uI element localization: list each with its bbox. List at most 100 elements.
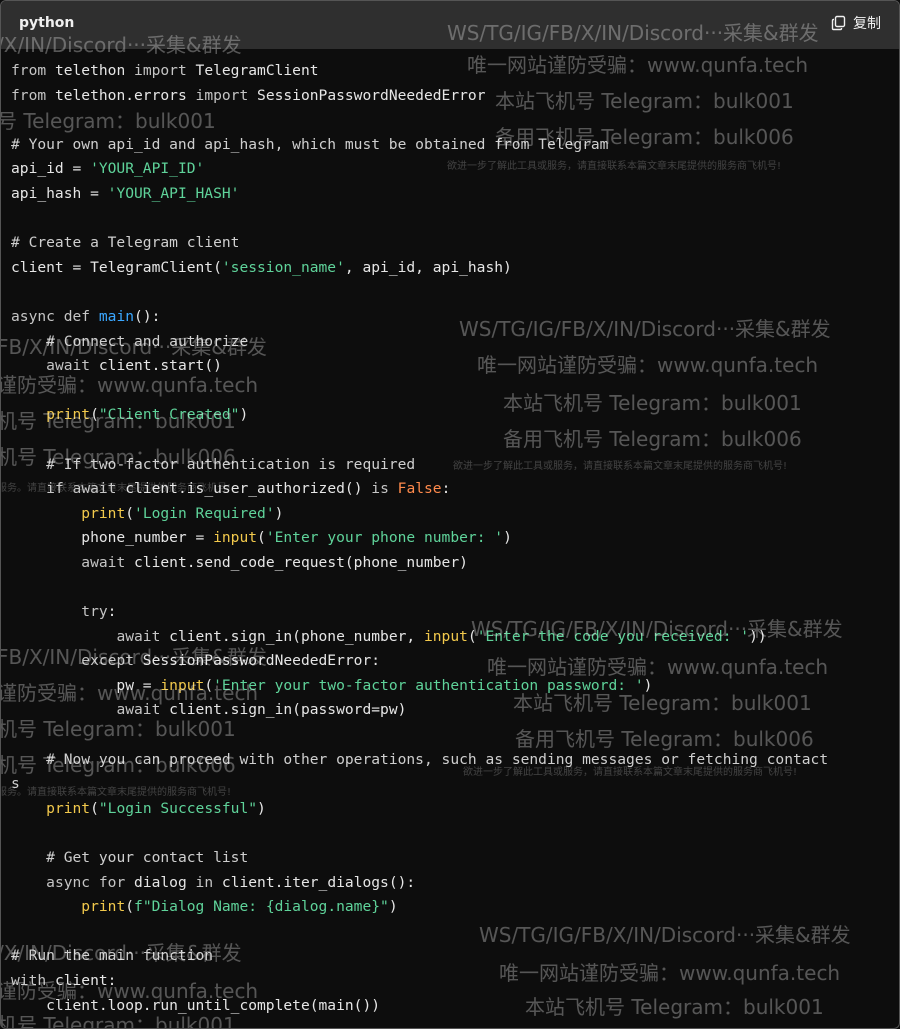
code-token: ( <box>125 898 135 916</box>
code-token: phone_number = <box>11 529 214 547</box>
code-token: # Connect and authorize <box>46 332 249 350</box>
code-token: 'Login Required' <box>134 504 275 522</box>
code-token: print <box>46 406 91 424</box>
code-line: # Your own api_id and api_hash, which mu… <box>11 133 828 158</box>
code-token: ) <box>239 406 249 424</box>
code-token: input <box>213 529 258 547</box>
code-line: # Create a Telegram client <box>11 231 828 256</box>
code-line: phone_number = input('Enter your phone n… <box>11 526 828 551</box>
code-token: : <box>441 480 451 498</box>
code-line: # Connect and authorize <box>11 330 828 355</box>
code-token: 'Enter your two-factor authentication pa… <box>213 676 644 694</box>
copy-label: 复制 <box>853 16 881 32</box>
code-line: client = TelegramClient('session_name', … <box>11 256 828 281</box>
code-token: "Client Created" <box>98 406 240 424</box>
code-line: # If two-factor authentication is requir… <box>11 453 828 478</box>
code-token: from <box>11 62 47 79</box>
code-token: telethon.errors <box>46 86 196 104</box>
code-token: # Run the main function <box>11 947 214 965</box>
code-block-header: python 复制 <box>1 1 899 49</box>
code-token: False <box>397 480 442 498</box>
code-token: ) <box>503 529 512 547</box>
code-line: # Run the main function <box>11 944 828 969</box>
code-token: : <box>107 603 117 621</box>
code-token: client.loop.run_until_complete(main()) <box>11 996 381 1014</box>
code-line: print('Login Required') <box>11 502 828 527</box>
code-token: await <box>46 357 91 375</box>
code-token: )) <box>749 627 767 645</box>
code-token: client.iter_dialogs(): <box>213 873 416 891</box>
code-token: # If two-factor authentication is requir… <box>46 455 416 473</box>
code-token: async <box>46 873 91 891</box>
code-token: input <box>160 676 205 694</box>
code-token: # Get your contact list <box>46 849 249 866</box>
code-token: dialog <box>125 873 196 891</box>
code-content: from telethon import TelegramClient from … <box>11 59 828 1018</box>
code-token: ( <box>90 799 99 817</box>
code-line: api_id = 'YOUR_API_ID' <box>11 157 828 182</box>
code-line: # Get your contact list <box>11 846 828 871</box>
code-line: # Now you can proceed with other operati… <box>11 748 828 773</box>
code-token: TelegramClient <box>186 62 319 79</box>
code-token: client: <box>46 971 117 989</box>
code-line: async for dialog in client.iter_dialogs(… <box>11 871 828 896</box>
code-token: SessionPasswordNeededError: <box>134 652 381 670</box>
code-token: # Your own api_id and api_hash, which mu… <box>11 135 609 153</box>
code-token: (): <box>134 307 161 325</box>
code-token: from <box>11 86 47 104</box>
code-token: pw = <box>11 676 161 694</box>
code-line: with client: <box>11 969 828 994</box>
code-line: from telethon.errors import SessionPassw… <box>11 84 828 109</box>
code-token: client.start() <box>90 357 222 375</box>
code-line: except SessionPasswordNeededError: <box>11 649 828 674</box>
code-line: await client.sign_in(phone_number, input… <box>11 625 828 650</box>
code-line: async def main(): <box>11 305 828 330</box>
code-token: 'YOUR_API_ID' <box>90 160 205 178</box>
code-token: ) <box>257 799 266 817</box>
code-token: await <box>116 701 161 719</box>
code-token: ( <box>204 676 214 694</box>
code-token: input <box>423 627 468 645</box>
code-token: # Create a Telegram client <box>11 234 240 252</box>
code-token: ( <box>90 406 99 424</box>
code-token: if <box>46 480 64 498</box>
copy-icon <box>831 15 846 31</box>
code-token: # Now you can proceed with other operati… <box>46 750 829 768</box>
code-token: for <box>98 873 126 891</box>
code-line: s <box>11 772 828 797</box>
code-line: print("Login Successful") <box>11 797 828 822</box>
code-line: await client.start() <box>11 354 828 379</box>
code-line: await client.sign_in(password=pw) <box>11 698 828 723</box>
code-token: api_id = <box>11 160 91 178</box>
copy-button[interactable]: 复制 <box>831 13 881 33</box>
code-token: is <box>371 480 389 498</box>
code-token: client.sign_in(password=pw) <box>160 701 407 719</box>
code-token: 'session_name' <box>221 258 345 276</box>
code-token: print <box>81 898 126 916</box>
code-line: api_hash = 'YOUR_API_HASH' <box>11 182 828 207</box>
code-line: print("Client Created") <box>11 403 828 428</box>
code-token: s <box>11 775 20 793</box>
code-line: print(f"Dialog Name: {dialog.name}") <box>11 895 828 920</box>
code-token: except <box>81 652 135 670</box>
code-line: try: <box>11 600 828 625</box>
code-token: f"Dialog Name: {dialog.name}" <box>134 898 389 916</box>
code-line: await client.send_code_request(phone_num… <box>11 551 828 576</box>
